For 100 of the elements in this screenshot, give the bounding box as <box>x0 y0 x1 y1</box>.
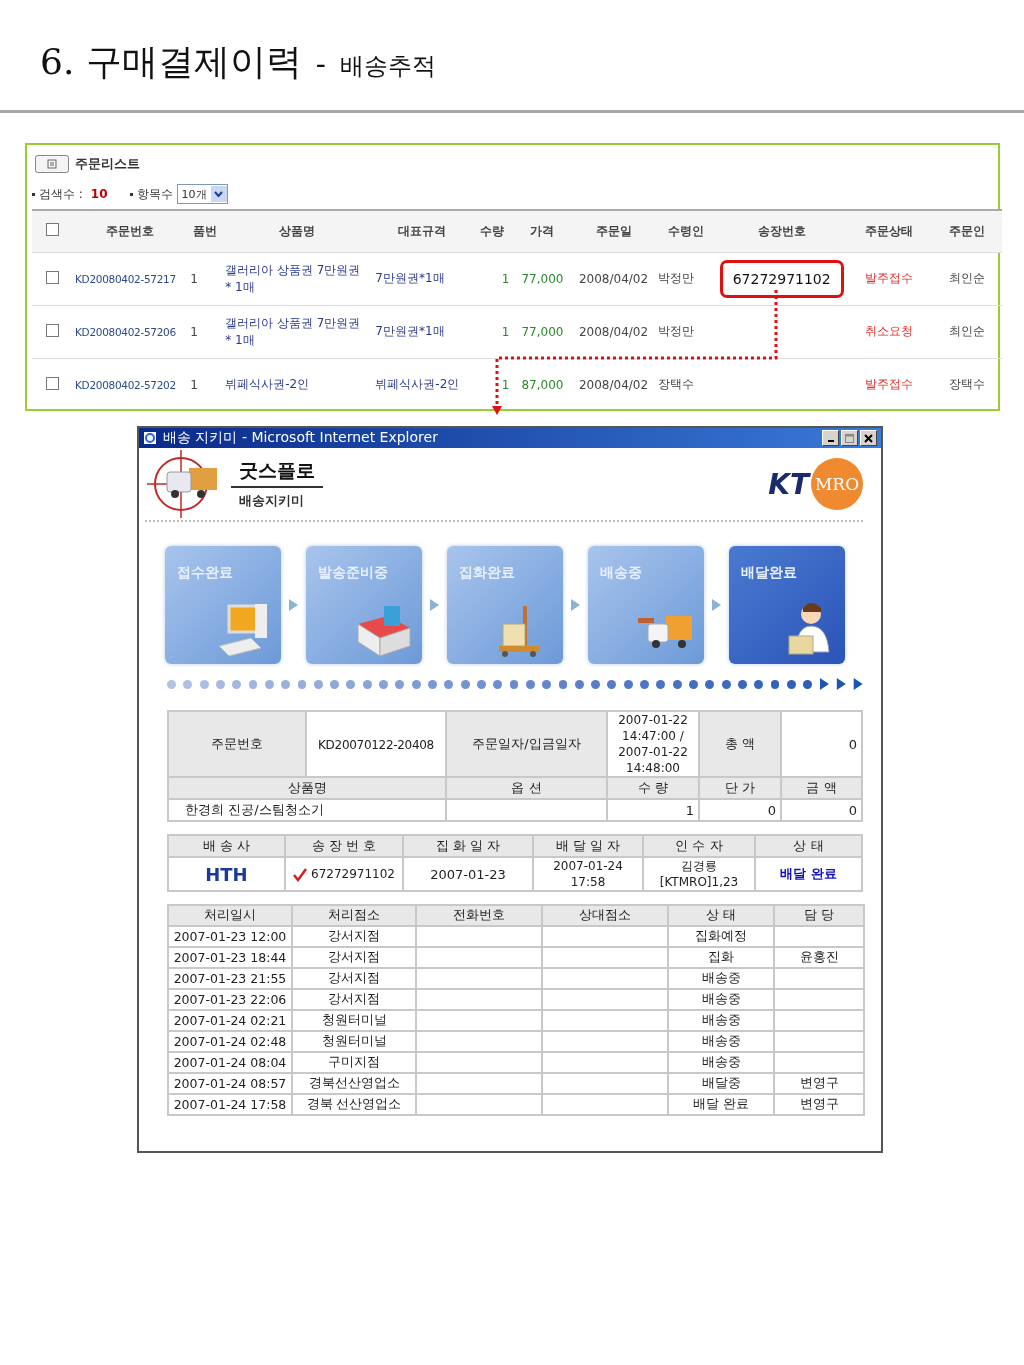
column-header: 주문상태 <box>865 223 914 238</box>
column-header: 송 장 번 호 <box>311 838 377 853</box>
step-arrow-icon <box>571 599 580 611</box>
column-header: 상품명 <box>287 780 327 795</box>
table-cell: 1 <box>501 377 510 392</box>
row-checkbox[interactable] <box>45 270 59 284</box>
invoice-number: 67272971102 <box>719 259 844 298</box>
select-all-checkbox[interactable] <box>45 223 59 237</box>
items-per-page-select[interactable]: 10개 <box>176 184 228 204</box>
column-header: 배 달 일 자 <box>555 838 621 853</box>
column-header: 송장번호 <box>757 223 806 238</box>
table-cell-text: 7만원권*1매 <box>375 270 446 287</box>
table-cell: 1 <box>190 271 198 286</box>
table-cell: 배송중 <box>701 991 741 1006</box>
browser-icon <box>143 431 157 445</box>
step-label: 발송준비중 <box>318 564 388 580</box>
product-link[interactable]: 갤러리아 상품권 7만원권 * 1매 <box>225 314 370 349</box>
table-cell: 0 <box>848 802 857 818</box>
row-checkbox[interactable] <box>45 376 59 390</box>
order-number-link[interactable]: KD20080402-57206 <box>75 325 176 338</box>
column-header: 상품명 <box>279 223 316 238</box>
table-cell: 집화예정 <box>695 928 747 943</box>
table-cell: 강서지점 <box>328 991 380 1006</box>
table-cell-text: 뷔페식사권-2인 <box>375 376 461 394</box>
brand-subtitle: 배송지키미 <box>238 492 305 510</box>
step-arrow-icon <box>430 599 439 611</box>
table-cell: 장택수 <box>948 377 985 392</box>
table-cell: 배송중 <box>701 970 741 985</box>
order-status: 발주접수 <box>865 377 914 392</box>
field-label: 총 액 <box>724 736 756 751</box>
order-number-link[interactable]: KD20080402-57217 <box>75 272 176 285</box>
table-cell: 최인순 <box>948 271 985 285</box>
delivery-date: 2007-01-24 17:58 <box>552 858 624 890</box>
table-cell: 최인순 <box>948 324 985 338</box>
column-header: 인 수 자 <box>675 838 723 853</box>
column-header: 주문인 <box>948 223 985 238</box>
close-button[interactable] <box>860 430 877 446</box>
order-number: KD20070122-20408 <box>318 737 434 752</box>
close-icon <box>864 433 873 443</box>
table-cell: 강서지점 <box>328 949 380 964</box>
table-cell: 2007-01-24 08:04 <box>173 1055 287 1070</box>
page-title: 6. 구매결제이력 <box>40 42 302 82</box>
table-cell: 강서지점 <box>328 928 380 943</box>
table-cell: 1 <box>190 324 198 339</box>
invoice-number: 67272971102 <box>311 867 395 882</box>
title-separator: - <box>315 46 326 81</box>
step-label: 집화완료 <box>459 564 515 580</box>
table-cell: 구미지점 <box>328 1054 380 1069</box>
table-cell: 배송중 <box>701 1054 741 1069</box>
total-amount: 0 <box>848 736 857 752</box>
column-header: 수 량 <box>637 780 669 795</box>
table-cell: 강서지점 <box>328 970 380 985</box>
column-header: 배 송 사 <box>202 838 251 853</box>
step-arrow-icon <box>712 599 721 611</box>
column-header: 옵 션 <box>511 780 542 795</box>
table-cell: 2007-01-24 02:21 <box>173 1013 287 1028</box>
table-cell: 경북선산영업소 <box>308 1075 400 1090</box>
table-cell: 배송중 <box>701 1033 741 1048</box>
product-link[interactable]: 갤러리아 상품권 7만원권 * 1매 <box>225 261 370 296</box>
product-link[interactable]: 뷔페식사권-2인 <box>225 376 370 394</box>
receiver-name: 김경룡 [KTMRO]1,23 <box>658 858 740 890</box>
table-cell: 2007-01-23 21:55 <box>173 971 287 986</box>
company-logo: KT MRO <box>768 458 863 510</box>
row-checkbox[interactable] <box>45 323 59 337</box>
table-cell: 집화 <box>708 949 734 964</box>
order-status: 취소요청 <box>865 324 914 338</box>
list-title: 주문리스트 <box>75 155 140 173</box>
column-header: 수령인 <box>667 223 704 238</box>
maximize-button[interactable] <box>841 430 858 446</box>
column-header: 상 태 <box>793 838 824 853</box>
items-per-page-label: 항목수 <box>136 185 173 203</box>
table-cell: 1 <box>501 271 510 286</box>
column-header: 담 당 <box>804 907 834 922</box>
table-cell: 청원터미널 <box>321 1033 387 1048</box>
step-label: 배달완료 <box>741 564 797 580</box>
table-cell: 장택수 <box>657 377 694 392</box>
table-cell: 2007-01-24 17:58 <box>173 1097 287 1112</box>
table-cell: 1 <box>190 377 198 392</box>
table-cell: 윤홍진 <box>799 949 839 964</box>
table-cell: 77,000 <box>521 271 564 286</box>
step-arrow-icon <box>289 599 298 611</box>
table-cell: 1 <box>685 802 694 818</box>
maximize-icon <box>845 433 854 443</box>
column-header: 전화번호 <box>453 907 505 922</box>
table-cell: 77,000 <box>521 324 564 339</box>
minimize-button[interactable] <box>822 430 839 446</box>
step-label: 접수완료 <box>177 564 233 580</box>
table-cell-text: 7만원권*1매 <box>375 323 446 340</box>
table-cell: 87,000 <box>521 377 564 392</box>
table-cell: 한경희 진공/스팀청소기 <box>185 802 324 817</box>
pickup-date: 2007-01-23 <box>430 866 506 882</box>
order-number-link[interactable]: KD20080402-57202 <box>75 378 176 391</box>
table-cell: 2007-01-24 08:57 <box>173 1076 287 1091</box>
table-cell: 배송중 <box>701 1012 741 1027</box>
column-header: 처리일시 <box>204 907 256 922</box>
column-header: 상대점소 <box>579 907 631 922</box>
table-cell: 박정만 <box>657 271 694 285</box>
table-cell: 변영구 <box>799 1075 839 1090</box>
table-cell: 2007-01-23 12:00 <box>173 929 287 944</box>
search-count-label: 검색수 : <box>39 185 83 203</box>
